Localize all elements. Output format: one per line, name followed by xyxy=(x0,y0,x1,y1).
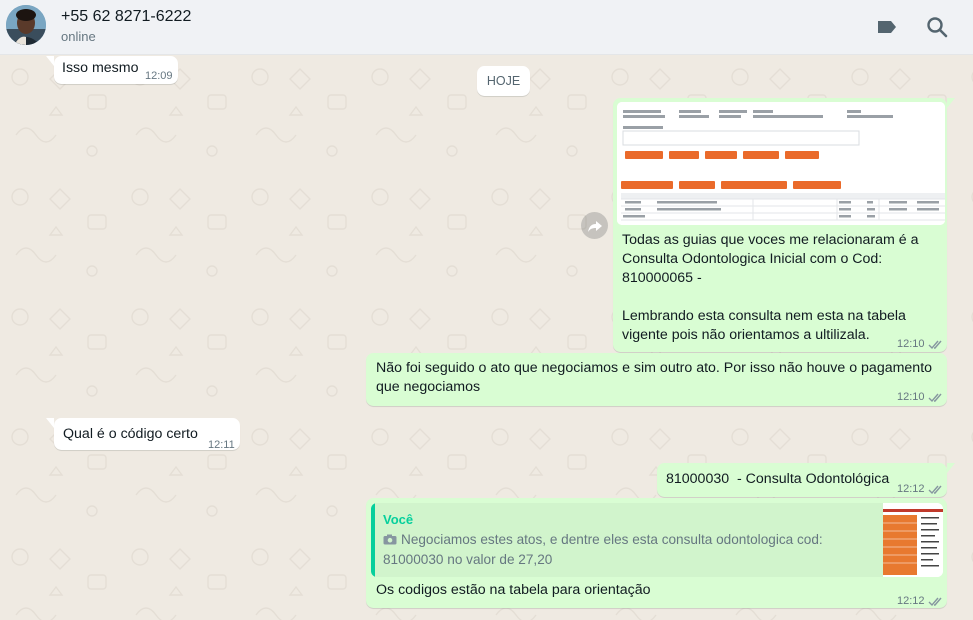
read-ticks-icon xyxy=(928,597,942,607)
camera-icon xyxy=(383,534,397,545)
incoming-message[interactable]: Qual é o código certo 12:11 xyxy=(46,418,240,451)
date-divider: HOJE xyxy=(477,66,530,96)
chat-header: +55 62 8271-6222 online xyxy=(0,0,973,55)
outgoing-image-message[interactable]: Todas as guias que voces me relacionaram… xyxy=(613,98,955,354)
incoming-message[interactable]: Isso mesmo 12:09 xyxy=(46,56,178,84)
outgoing-message[interactable]: 81000030 - Consulta Odontológica 12:12 xyxy=(657,463,955,499)
quote-text: Negociamos estes atos, e dentre eles est… xyxy=(383,532,823,567)
read-ticks-icon xyxy=(928,393,942,403)
contact-name[interactable]: +55 62 8271-6222 xyxy=(61,8,191,26)
read-ticks-icon xyxy=(928,485,942,495)
message-list[interactable]: Isso mesmo 12:09 HOJE Todas as guias que… xyxy=(0,55,973,620)
search-icon[interactable] xyxy=(924,14,950,40)
label-icon[interactable] xyxy=(874,14,900,40)
message-text: 81000030 - Consulta Odontológica xyxy=(666,471,890,487)
attached-image[interactable] xyxy=(617,102,945,225)
message-time: 12:10 xyxy=(897,335,944,354)
outgoing-reply-message[interactable]: Você Negociamos estes atos, e dentre ele… xyxy=(366,498,947,608)
message-time: 12:11 xyxy=(208,439,235,451)
read-ticks-icon xyxy=(928,340,942,350)
message-time: 12:12 xyxy=(897,480,944,499)
quote-author: Você xyxy=(383,512,414,527)
contact-status: online xyxy=(61,29,96,44)
message-text: Qual é o código certo xyxy=(63,426,198,442)
contact-avatar[interactable] xyxy=(6,5,46,45)
forward-button[interactable] xyxy=(581,212,608,239)
quoted-message[interactable]: Você Negociamos estes atos, e dentre ele… xyxy=(371,503,943,577)
forward-icon xyxy=(587,220,602,232)
message-time: 12:09 xyxy=(145,70,173,82)
quote-thumbnail xyxy=(883,503,943,577)
message-text: Não foi seguido o ato que negociamos e s… xyxy=(376,360,936,395)
message-text: Todas as guias que voces me relacionaram… xyxy=(622,232,919,343)
outgoing-message[interactable]: Não foi seguido o ato que negociamos e s… xyxy=(366,353,947,406)
message-time: 12:10 xyxy=(897,388,944,407)
message-time: 12:12 xyxy=(897,592,944,611)
quote-accent-bar xyxy=(371,503,375,577)
message-text: Isso mesmo xyxy=(62,60,139,76)
message-text: Os codigos estão na tabela para orientaç… xyxy=(376,582,651,598)
